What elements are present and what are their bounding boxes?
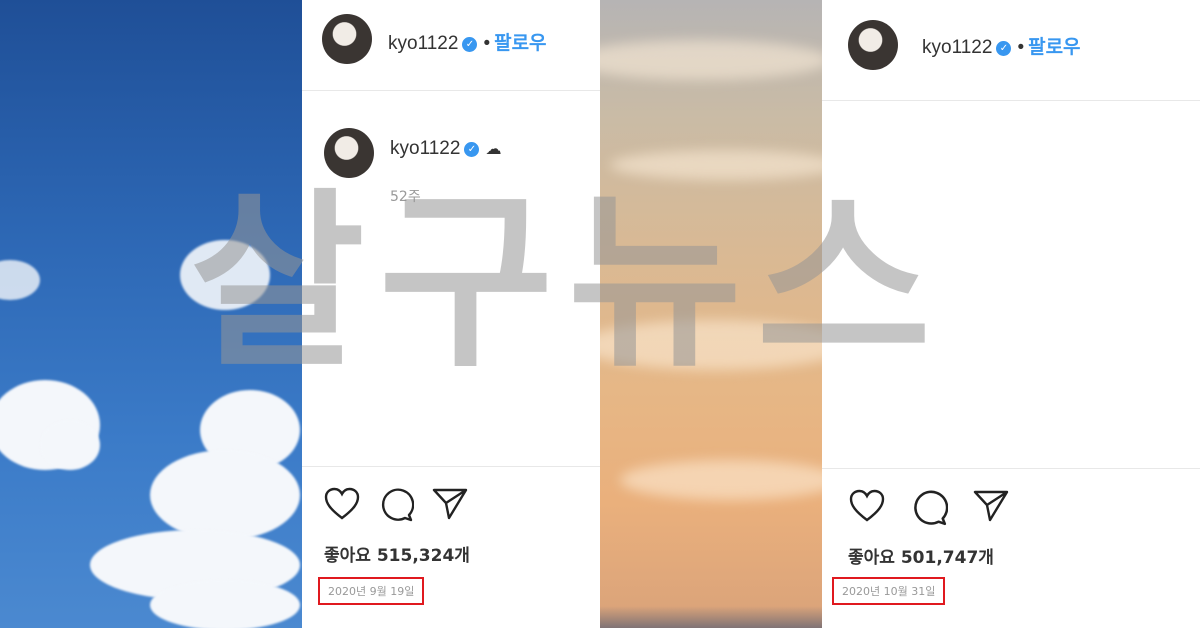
likes-count: 좋아요 501,747개	[848, 548, 994, 568]
post-footer: 좋아요 501,747개 2020년 10월 31일	[822, 468, 1200, 631]
share-icon[interactable]	[972, 489, 1010, 523]
likes-count: 좋아요 515,324개	[324, 546, 470, 566]
follow-button[interactable]: 팔로우	[494, 33, 546, 54]
watermark: 살구뉴스	[190, 172, 946, 393]
heart-icon[interactable]	[848, 489, 886, 523]
share-icon[interactable]	[432, 487, 468, 521]
avatar[interactable]	[322, 14, 372, 64]
post-date: 2020년 9월 19일	[318, 577, 425, 605]
post-header: kyo1122 ✓ • 팔로우	[822, 0, 1200, 101]
caption-username[interactable]: kyo1122	[390, 138, 460, 159]
heart-icon[interactable]	[324, 487, 360, 521]
verified-icon: ✓	[462, 37, 478, 52]
caption-avatar[interactable]	[324, 128, 374, 178]
comment-icon[interactable]	[378, 487, 414, 523]
post-header: kyo1122 ✓ • 팔로우	[302, 0, 600, 91]
follow-button[interactable]: 팔로우	[1028, 37, 1080, 58]
cloud-icon: ☁	[485, 141, 502, 158]
post-footer: 좋아요 515,324개 2020년 9월 19일	[302, 466, 600, 629]
verified-icon: ✓	[464, 142, 480, 157]
verified-icon: ✓	[996, 41, 1012, 56]
comment-icon[interactable]	[910, 489, 948, 527]
username[interactable]: kyo1122	[388, 33, 458, 54]
avatar[interactable]	[848, 20, 898, 70]
username[interactable]: kyo1122	[922, 37, 992, 58]
post-date: 2020년 10월 31일	[832, 577, 946, 605]
